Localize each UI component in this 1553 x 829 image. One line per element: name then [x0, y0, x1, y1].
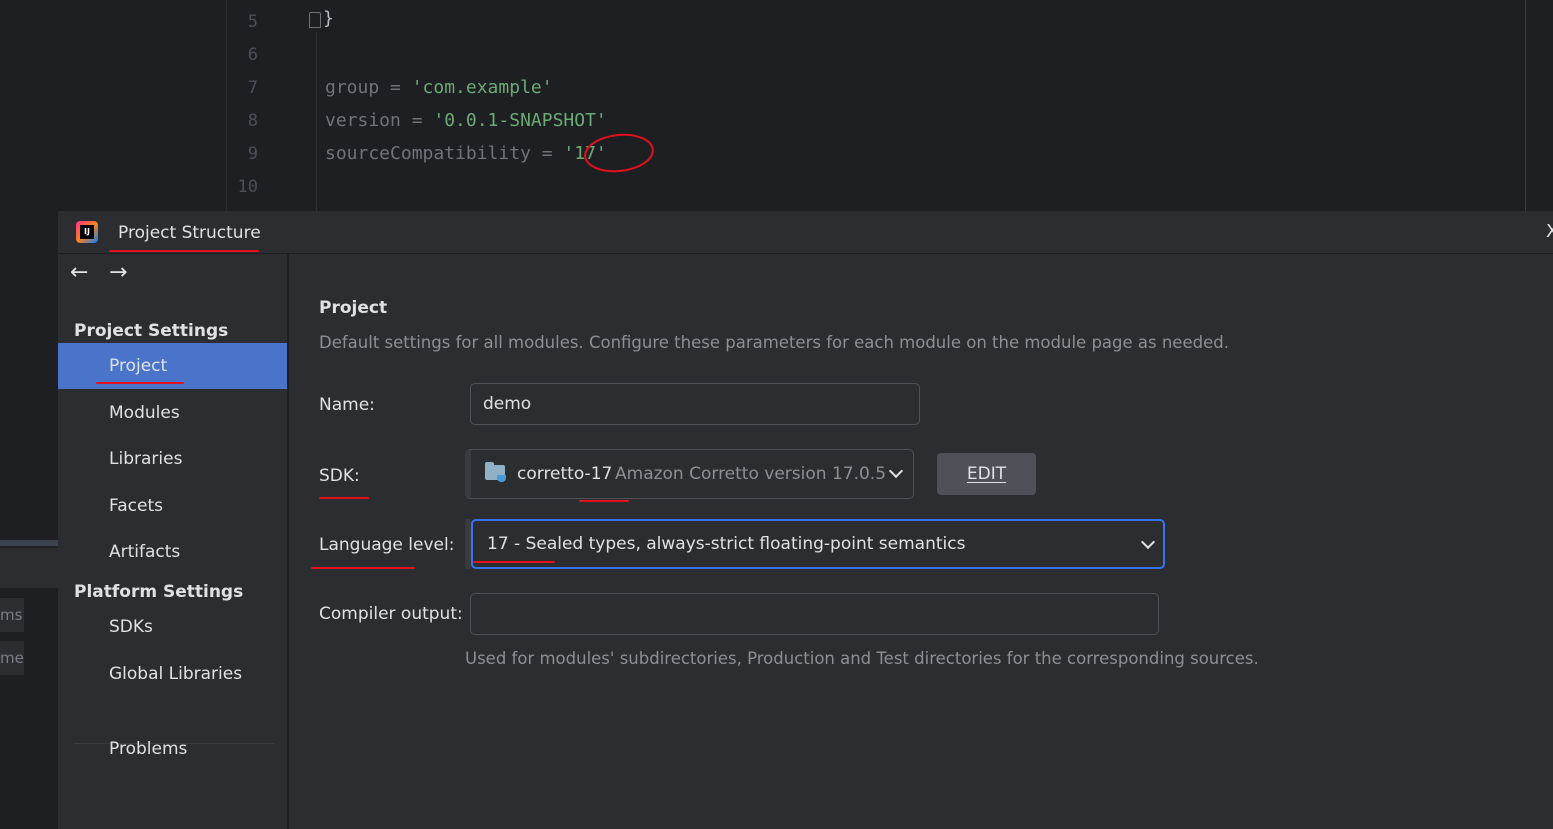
line-number: 9	[247, 144, 258, 164]
line-number: 10	[237, 177, 258, 197]
sidebar-item-label: Artifacts	[109, 542, 181, 562]
line-number: 7	[247, 78, 258, 98]
sidebar-item-label: Global Libraries	[109, 664, 243, 684]
sidebar-item-label: Libraries	[109, 449, 183, 469]
sidebar-item-label: SDKs	[109, 617, 153, 637]
name-field[interactable]: demo	[470, 383, 920, 425]
dialog-titlebar[interactable]: IJ Project Structure X	[58, 211, 1553, 254]
background-tool-window: ms mev	[0, 0, 58, 829]
editor-margin-line	[1525, 0, 1526, 211]
sidebar-item-label: Problems	[109, 739, 188, 759]
sdk-dropdown[interactable]: corretto-17 Amazon Corretto version 17.0…	[465, 449, 914, 499]
annotation-underline	[473, 561, 555, 563]
annotation-circle	[582, 130, 656, 176]
editor-gutter-border	[226, 0, 227, 211]
chevron-down-icon	[1140, 534, 1156, 550]
name-label: Name:	[319, 395, 375, 415]
code-line: sourceCompatibility = '17'	[325, 143, 607, 164]
annotation-underline	[579, 500, 629, 502]
annotation-underline	[311, 567, 415, 569]
sidebar-item-global-libraries[interactable]: Global Libraries	[58, 651, 287, 697]
sidebar-item-modules[interactable]: Modules	[58, 390, 287, 436]
sdk-description: Amazon Corretto version 17.0.5	[615, 464, 887, 484]
line-number: 8	[247, 111, 258, 131]
dialog-title: Project Structure	[118, 223, 261, 243]
project-settings-panel: Project Default settings for all modules…	[289, 254, 1553, 829]
code-string: 'com.example'	[411, 77, 553, 98]
code-key: group =	[325, 77, 412, 98]
line-number: 5	[247, 12, 258, 32]
code-editor[interactable]: 5 6 7 8 9 10 } group = 'com.example' ver…	[0, 0, 1553, 211]
fold-icon[interactable]	[309, 12, 321, 28]
language-level-label: Language level:	[319, 535, 455, 555]
code-string: '0.0.1-SNAPSHOT'	[433, 110, 607, 131]
java-cup-icon	[497, 475, 506, 482]
edit-sdk-button[interactable]: EDIT	[937, 453, 1036, 495]
sidebar-item-facets[interactable]: Facets	[58, 483, 287, 529]
back-arrow-icon[interactable]: ←	[70, 260, 88, 285]
sidebar-item-libraries[interactable]: Libraries	[58, 436, 287, 482]
background-tab: ms	[0, 598, 24, 632]
language-level-value: 17 - Sealed types, always-strict floatin…	[487, 534, 966, 554]
close-icon[interactable]: X	[1546, 221, 1553, 242]
section-header-project-settings: Project Settings	[74, 321, 229, 341]
intellij-logo-icon: IJ	[76, 221, 98, 243]
sdk-name: corretto-17	[517, 464, 613, 484]
background-panel	[0, 548, 58, 588]
chevron-down-icon	[888, 463, 904, 479]
code-line: version = '0.0.1-SNAPSHOT'	[325, 110, 607, 131]
code-line: }	[323, 8, 334, 29]
code-key: sourceCompatibility =	[325, 143, 564, 164]
sidebar-item-sdks[interactable]: SDKs	[58, 604, 287, 650]
logo-text: IJ	[80, 225, 94, 239]
divider	[0, 540, 58, 546]
annotation-underline	[109, 250, 259, 252]
sidebar-item-artifacts[interactable]: Artifacts	[58, 529, 287, 575]
sidebar-item-label: Modules	[109, 403, 180, 423]
section-header-platform-settings: Platform Settings	[74, 582, 244, 602]
annotation-underline	[319, 497, 369, 499]
panel-description: Default settings for all modules. Config…	[319, 333, 1229, 352]
language-level-dropdown[interactable]: 17 - Sealed types, always-strict floatin…	[471, 519, 1165, 569]
sidebar: ← → Project Settings Project Modules Lib…	[58, 254, 289, 829]
panel-title: Project	[319, 298, 388, 318]
code-key: version =	[325, 110, 434, 131]
sidebar-item-label: Facets	[109, 496, 163, 516]
line-number: 6	[247, 45, 258, 65]
sidebar-item-label: Project	[109, 356, 168, 376]
compiler-output-field[interactable]	[470, 593, 1159, 635]
compiler-output-hint: Used for modules' subdirectories, Produc…	[465, 649, 1259, 668]
project-structure-dialog: IJ Project Structure X ← → Project Setti…	[58, 211, 1553, 829]
background-tab: mev	[0, 641, 24, 675]
annotation-underline	[96, 382, 184, 384]
compiler-output-label: Compiler output:	[319, 604, 463, 624]
forward-arrow-icon[interactable]: →	[109, 260, 127, 285]
sdk-label: SDK:	[319, 466, 360, 486]
code-line: group = 'com.example'	[325, 77, 553, 98]
sidebar-item-problems[interactable]: Problems	[58, 726, 287, 772]
indent-guide	[316, 32, 317, 211]
